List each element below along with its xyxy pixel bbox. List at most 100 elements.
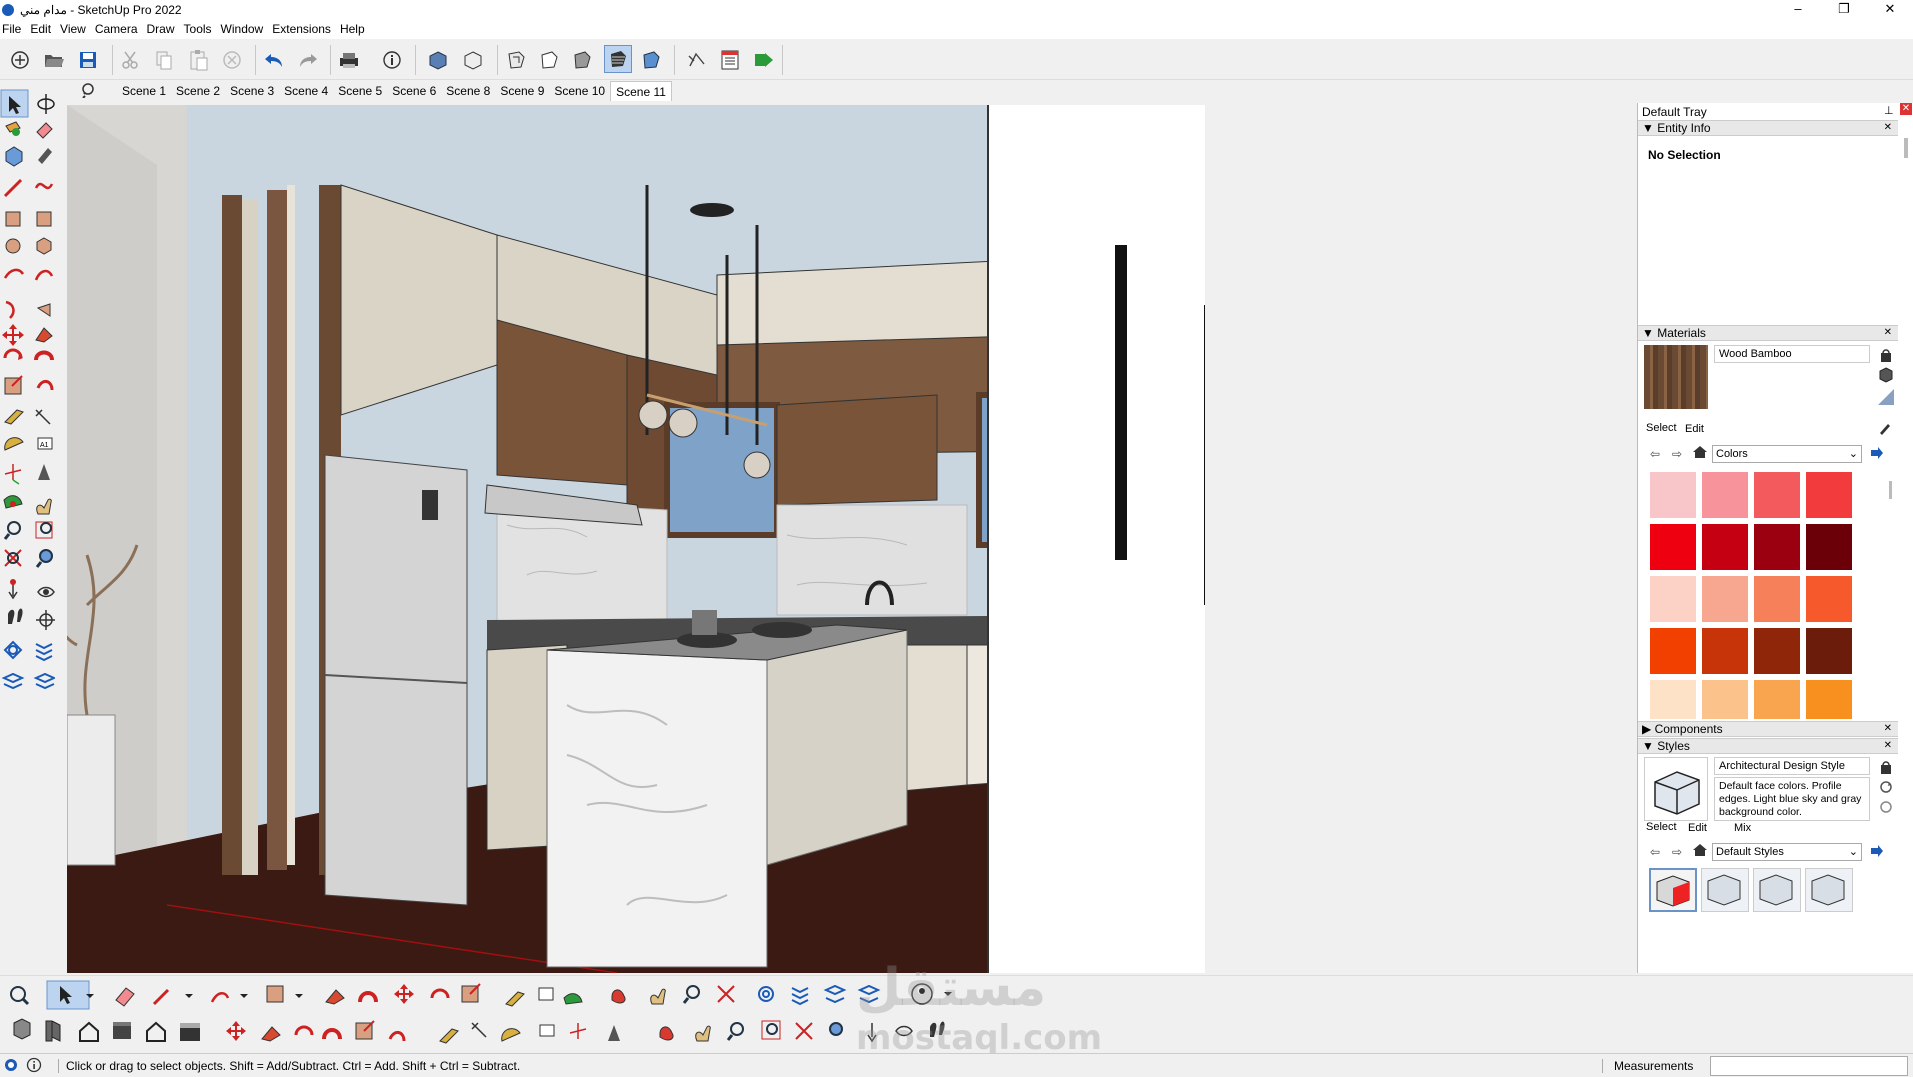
color-swatch[interactable]	[1805, 471, 1853, 519]
section-plane-icon[interactable]	[32, 608, 59, 635]
color-swatch[interactable]	[1805, 679, 1853, 719]
paste-icon[interactable]	[185, 47, 211, 73]
zoom-window-icon[interactable]	[32, 520, 59, 547]
display-section-planes-icon[interactable]	[1, 638, 28, 665]
circle-tool-icon[interactable]	[1, 236, 28, 263]
styles-details-arrow-icon[interactable]	[1870, 844, 1884, 861]
close-panel-icon[interactable]: ✕	[1884, 326, 1892, 340]
materials-library-select[interactable]: Colors ⌄	[1712, 445, 1862, 463]
copy-icon[interactable]	[151, 47, 177, 73]
zoom-extents-icon[interactable]	[1, 548, 28, 575]
arc-tool-icon[interactable]	[1, 268, 28, 295]
tab-scene-8[interactable]: Scene 8	[441, 81, 495, 101]
dimension-tool-icon[interactable]	[32, 408, 59, 435]
color-swatch[interactable]	[1649, 575, 1697, 623]
orbit-tool-2-icon[interactable]	[654, 1018, 682, 1046]
bottom-arc-icon[interactable]	[207, 981, 253, 1009]
tab-scene-3[interactable]: Scene 3	[225, 81, 279, 101]
bottom-pan-icon[interactable]	[646, 981, 674, 1009]
close-panel-icon[interactable]: ✕	[1884, 722, 1892, 736]
color-swatch[interactable]	[1701, 679, 1749, 719]
back-arrow-icon[interactable]: ⇦	[1650, 447, 1660, 461]
home-icon[interactable]	[1692, 445, 1708, 462]
bottom-tape-icon[interactable]	[500, 981, 528, 1009]
style-name-field[interactable]: Architectural Design Style	[1714, 757, 1870, 775]
tab-scene-4[interactable]: Scene 4	[279, 81, 333, 101]
make-component-icon[interactable]	[1, 146, 28, 173]
styles-library-select[interactable]: Default Styles ⌄	[1712, 843, 1862, 861]
maximize-button[interactable]: ❐	[1821, 0, 1867, 19]
create-style-icon[interactable]	[1878, 759, 1894, 778]
section-fill-icon[interactable]	[1, 668, 28, 695]
refresh-style-icon[interactable]	[1878, 799, 1894, 818]
pan-icon[interactable]	[32, 494, 59, 521]
house-icon[interactable]	[74, 1018, 102, 1046]
cut-icon[interactable]	[117, 47, 143, 73]
scale-icon[interactable]	[352, 1018, 380, 1046]
zoom-window-tool-icon[interactable]	[758, 1018, 786, 1046]
offset-icon[interactable]	[386, 1018, 414, 1046]
pin-icon[interactable]: ⊥	[1884, 104, 1894, 117]
styles-tab-select[interactable]: Select	[1646, 821, 1677, 833]
color-swatch[interactable]	[1753, 471, 1801, 519]
menu-extensions[interactable]: Extensions	[270, 22, 338, 36]
color-swatch[interactable]	[1649, 523, 1697, 571]
styles-header[interactable]: ▼ Styles ✕	[1638, 738, 1898, 754]
polygon-tool-icon[interactable]	[32, 236, 59, 263]
pan-tool-icon[interactable]	[690, 1018, 718, 1046]
pie-tool-icon[interactable]	[32, 296, 59, 323]
zoom-extents-tool-icon[interactable]	[792, 1018, 820, 1046]
rectangle-tool-icon[interactable]	[1, 208, 28, 235]
close-panel-icon[interactable]: ✕	[1884, 739, 1892, 753]
tab-scene-1[interactable]: Scene 1	[117, 81, 171, 101]
default-material-icon[interactable]	[1878, 389, 1894, 408]
menu-help[interactable]: Help	[338, 22, 372, 36]
color-swatch[interactable]	[1701, 471, 1749, 519]
send-to-layout-icon[interactable]	[684, 47, 710, 73]
follow-me-tool-icon[interactable]	[320, 1018, 348, 1046]
color-swatch[interactable]	[1753, 627, 1801, 675]
material-cube-icon[interactable]	[1878, 367, 1894, 386]
look-around-icon[interactable]	[32, 578, 59, 605]
materials-tab-edit[interactable]: Edit	[1685, 423, 1704, 435]
tape-measure-icon[interactable]	[32, 146, 59, 173]
menu-draw[interactable]: Draw	[145, 22, 182, 36]
color-swatch[interactable]	[1753, 575, 1801, 623]
axes-tool-icon[interactable]	[1, 464, 28, 491]
dimension-icon[interactable]	[466, 1018, 494, 1046]
bottom-eraser-icon[interactable]	[110, 981, 138, 1009]
minimize-button[interactable]: –	[1775, 0, 1821, 19]
menu-file[interactable]: File	[0, 22, 28, 36]
color-swatch[interactable]	[1701, 523, 1749, 571]
orbit-icon[interactable]	[1, 494, 28, 521]
open-icon[interactable]	[41, 47, 67, 73]
color-swatch[interactable]	[1701, 627, 1749, 675]
menu-tools[interactable]: Tools	[182, 22, 219, 36]
bottom-line-icon[interactable]	[148, 981, 198, 1009]
axes-icon[interactable]	[566, 1018, 594, 1046]
bottom-select-icon[interactable]	[47, 981, 89, 1009]
new-icon[interactable]	[7, 47, 33, 73]
hidden-line-icon[interactable]	[569, 47, 595, 73]
move-icon[interactable]	[224, 1018, 252, 1046]
tab-scene-2[interactable]: Scene 2	[171, 81, 225, 101]
style-thumb-3[interactable]	[1753, 868, 1801, 912]
bottom-paint-icon[interactable]	[560, 981, 588, 1009]
paint-bucket-icon[interactable]	[1, 118, 28, 145]
display-section-cuts-icon[interactable]	[32, 638, 59, 665]
styles-tab-mix[interactable]: Mix	[1734, 822, 1751, 834]
menu-view[interactable]: View	[58, 22, 93, 36]
save-icon[interactable]	[75, 47, 101, 73]
walk-icon[interactable]	[1, 608, 28, 635]
eraser-icon[interactable]	[32, 118, 59, 145]
undo-icon[interactable]	[261, 47, 287, 73]
geo-location-icon[interactable]	[4, 1058, 18, 1075]
monochrome-icon[interactable]	[638, 47, 664, 73]
warehouse-icon[interactable]	[40, 1018, 68, 1046]
bottom-section-plane-icon[interactable]	[752, 981, 780, 1009]
bottom-follow-me-icon[interactable]	[354, 981, 382, 1009]
bottom-push-pull-icon[interactable]	[320, 981, 348, 1009]
position-camera-icon[interactable]	[1, 578, 28, 605]
offset-tool-icon[interactable]	[32, 378, 59, 405]
materials-scrollbar[interactable]	[1889, 481, 1892, 499]
